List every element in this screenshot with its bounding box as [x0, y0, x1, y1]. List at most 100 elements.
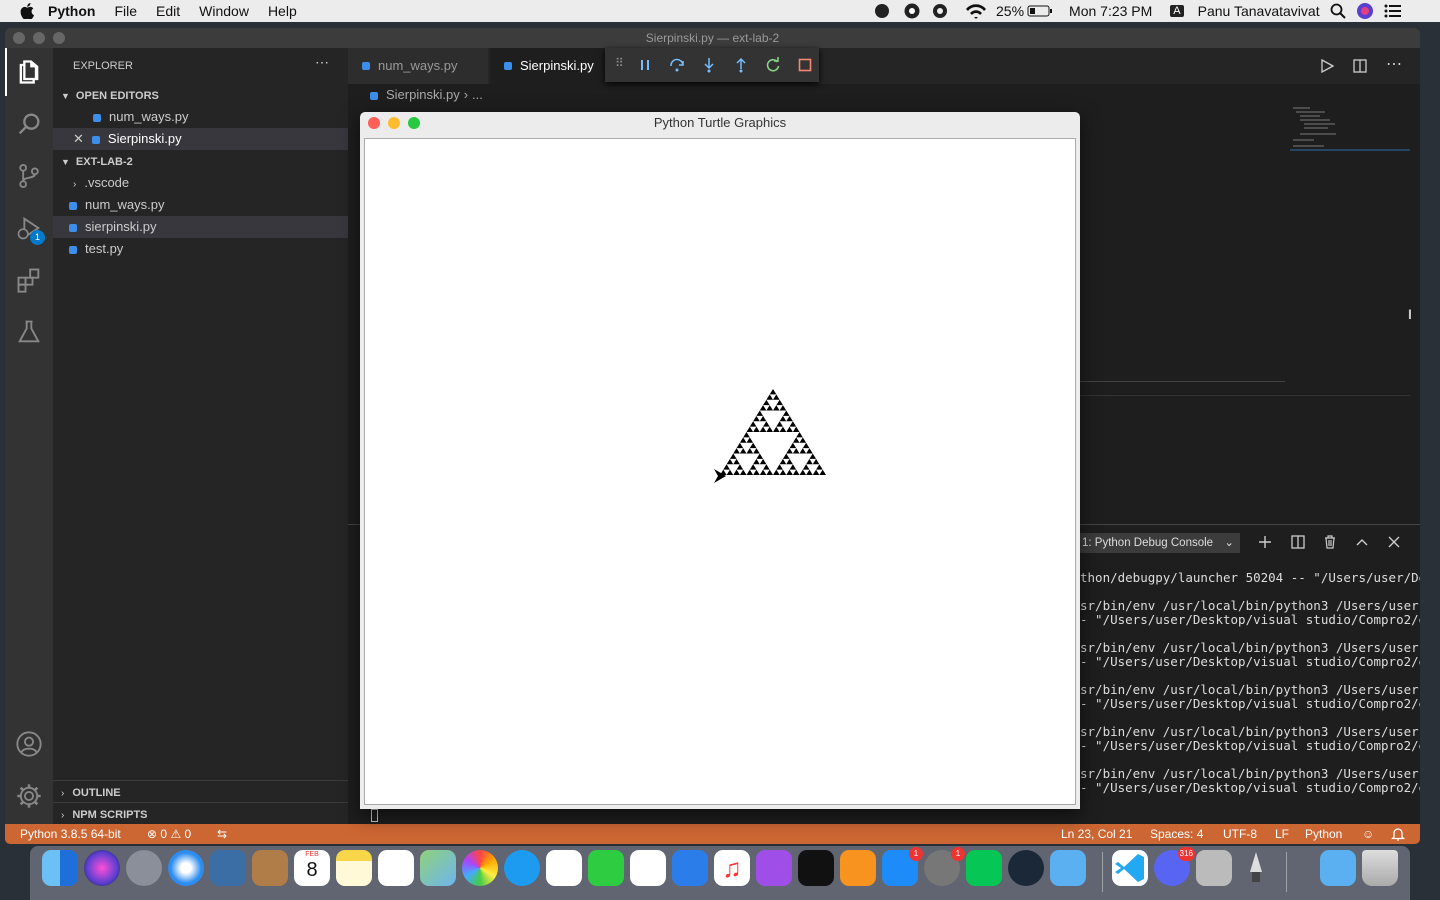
breadcrumb-symbol[interactable]: ...	[472, 87, 483, 102]
app-store-icon[interactable]: 1	[882, 847, 923, 886]
open-editors-section[interactable]: ▼ OPEN EDITORS	[53, 84, 348, 106]
launchpad-icon[interactable]	[126, 850, 162, 886]
step-into-icon[interactable]	[701, 57, 717, 73]
steam-icon[interactable]	[1008, 850, 1044, 886]
window-zoom-button[interactable]	[53, 32, 65, 44]
image-capture-icon[interactable]	[1196, 850, 1232, 886]
split-terminal-icon[interactable]	[1291, 535, 1305, 549]
explorer-icon[interactable]	[15, 58, 43, 86]
facetime-icon[interactable]	[588, 850, 624, 886]
menu-app-python[interactable]: Python	[48, 3, 95, 19]
contacts-icon[interactable]	[252, 850, 288, 886]
apple-icon[interactable]	[20, 3, 36, 19]
safari-icon[interactable]	[168, 850, 204, 886]
language-mode[interactable]: Python	[1305, 824, 1342, 844]
pause-icon[interactable]	[637, 57, 653, 73]
live-share-icon[interactable]: ⇆	[217, 824, 227, 844]
folder-section[interactable]: ▼ EXT-LAB-2	[53, 150, 348, 172]
testing-flask-icon[interactable]	[15, 318, 43, 346]
notification-center-icon[interactable]	[1384, 4, 1402, 18]
python-launcher-icon[interactable]	[1238, 850, 1274, 886]
spotlight-icon[interactable]	[1330, 3, 1346, 19]
more-actions-icon[interactable]: ⋯	[315, 54, 329, 71]
npm-scripts-section[interactable]: › NPM SCRIPTS	[53, 802, 348, 824]
menu-clock[interactable]: Mon 7:23 PM	[1069, 3, 1152, 19]
menu-help[interactable]: Help	[268, 3, 297, 19]
breadcrumb-file[interactable]: Sierpinski.py	[386, 87, 460, 102]
apple-tv-icon[interactable]	[798, 850, 834, 886]
search-icon[interactable]	[15, 110, 43, 138]
extensions-icon[interactable]	[15, 266, 43, 294]
siri-icon[interactable]	[1356, 2, 1374, 20]
editor-more-icon[interactable]: ⋯	[1386, 54, 1402, 74]
line-icon[interactable]	[966, 850, 1002, 886]
python-interpreter[interactable]: Python 3.8.5 64-bit	[20, 824, 121, 844]
tab-sierpinski[interactable]: Sierpinski.py	[490, 48, 605, 84]
feedback-icon[interactable]: ☺	[1362, 824, 1374, 844]
tree-item-test[interactable]: test.py	[53, 238, 348, 260]
books-icon[interactable]	[840, 850, 876, 886]
split-editor-icon[interactable]	[1353, 59, 1367, 73]
keynote-icon[interactable]	[672, 850, 708, 886]
menu-window[interactable]: Window	[199, 3, 249, 19]
maps-icon[interactable]	[420, 850, 456, 886]
turtle-zoom-button[interactable]	[408, 117, 420, 129]
menu-edit[interactable]: Edit	[156, 3, 180, 19]
folder-icon[interactable]	[1050, 850, 1086, 886]
outline-section[interactable]: › OUTLINE	[53, 780, 348, 802]
battery-icon[interactable]	[1027, 4, 1053, 18]
new-terminal-icon[interactable]	[1258, 535, 1272, 549]
terminal-dropdown[interactable]: 1: Python Debug Console ⌄	[1080, 533, 1240, 553]
drag-handle-icon[interactable]: ⠿	[615, 56, 624, 70]
sketch-pencil-icon[interactable]	[546, 850, 582, 886]
system-preferences-icon[interactable]: 1	[924, 847, 965, 886]
encoding[interactable]: UTF-8	[1223, 824, 1257, 844]
account-icon[interactable]	[15, 730, 43, 758]
discord-icon[interactable]: 316	[1154, 847, 1195, 886]
trash-icon[interactable]	[1323, 535, 1337, 549]
tree-item-num-ways[interactable]: num_ways.py	[53, 194, 348, 216]
turtle-minimize-button[interactable]	[388, 117, 400, 129]
open-editor-num-ways[interactable]: num_ways.py	[53, 106, 348, 128]
tree-item-sierpinski[interactable]: sierpinski.py	[53, 216, 348, 238]
indentation[interactable]: Spaces: 4	[1150, 824, 1203, 844]
open-editor-sierpinski[interactable]: ✕ Sierpinski.py	[53, 128, 348, 150]
input-source-indicator[interactable]: A	[1170, 5, 1184, 17]
end-of-line[interactable]: LF	[1275, 824, 1289, 844]
window-close-button[interactable]	[13, 32, 25, 44]
maximize-panel-icon[interactable]	[1355, 535, 1369, 549]
siri-dock-icon[interactable]	[84, 850, 120, 886]
trash-dock-icon[interactable]	[1362, 850, 1398, 886]
step-out-icon[interactable]	[733, 57, 749, 73]
notes-icon[interactable]	[336, 850, 372, 886]
wifi-icon[interactable]	[964, 3, 988, 19]
preview-icon[interactable]	[210, 850, 246, 886]
numbers-icon[interactable]	[630, 850, 666, 886]
stop-icon[interactable]	[797, 57, 813, 73]
downloads-folder-icon[interactable]	[1320, 850, 1356, 886]
tab-num-ways[interactable]: num_ways.py	[348, 48, 488, 84]
podcasts-icon[interactable]	[756, 850, 792, 886]
close-panel-icon[interactable]	[1387, 535, 1401, 549]
calendar-icon[interactable]: FEB 8	[294, 850, 330, 886]
window-minimize-button[interactable]	[33, 32, 45, 44]
music-icon[interactable]: ♫	[714, 850, 750, 886]
notifications-bell-icon[interactable]	[1391, 827, 1405, 841]
finder-icon[interactable]	[42, 850, 78, 886]
turtle-canvas[interactable]	[364, 138, 1076, 805]
reminders-icon[interactable]	[378, 850, 414, 886]
settings-gear-icon[interactable]	[15, 782, 43, 810]
run-file-icon[interactable]	[1320, 59, 1334, 73]
menu-file[interactable]: File	[114, 3, 137, 19]
vscode-dock-icon[interactable]	[1112, 850, 1148, 886]
restart-icon[interactable]	[765, 57, 781, 73]
menu-user-name[interactable]: Panu Tanavatavivat	[1198, 3, 1320, 19]
cursor-position[interactable]: Ln 23, Col 21	[1061, 824, 1132, 844]
close-editor-icon[interactable]: ✕	[73, 131, 84, 146]
turtle-close-button[interactable]	[368, 117, 380, 129]
status-tray-icons[interactable]	[874, 3, 964, 19]
photos-icon[interactable]	[462, 850, 498, 886]
tree-item-vscode[interactable]: › .vscode	[53, 172, 348, 194]
minimap[interactable]	[1290, 106, 1410, 156]
messages-icon[interactable]	[504, 850, 540, 886]
